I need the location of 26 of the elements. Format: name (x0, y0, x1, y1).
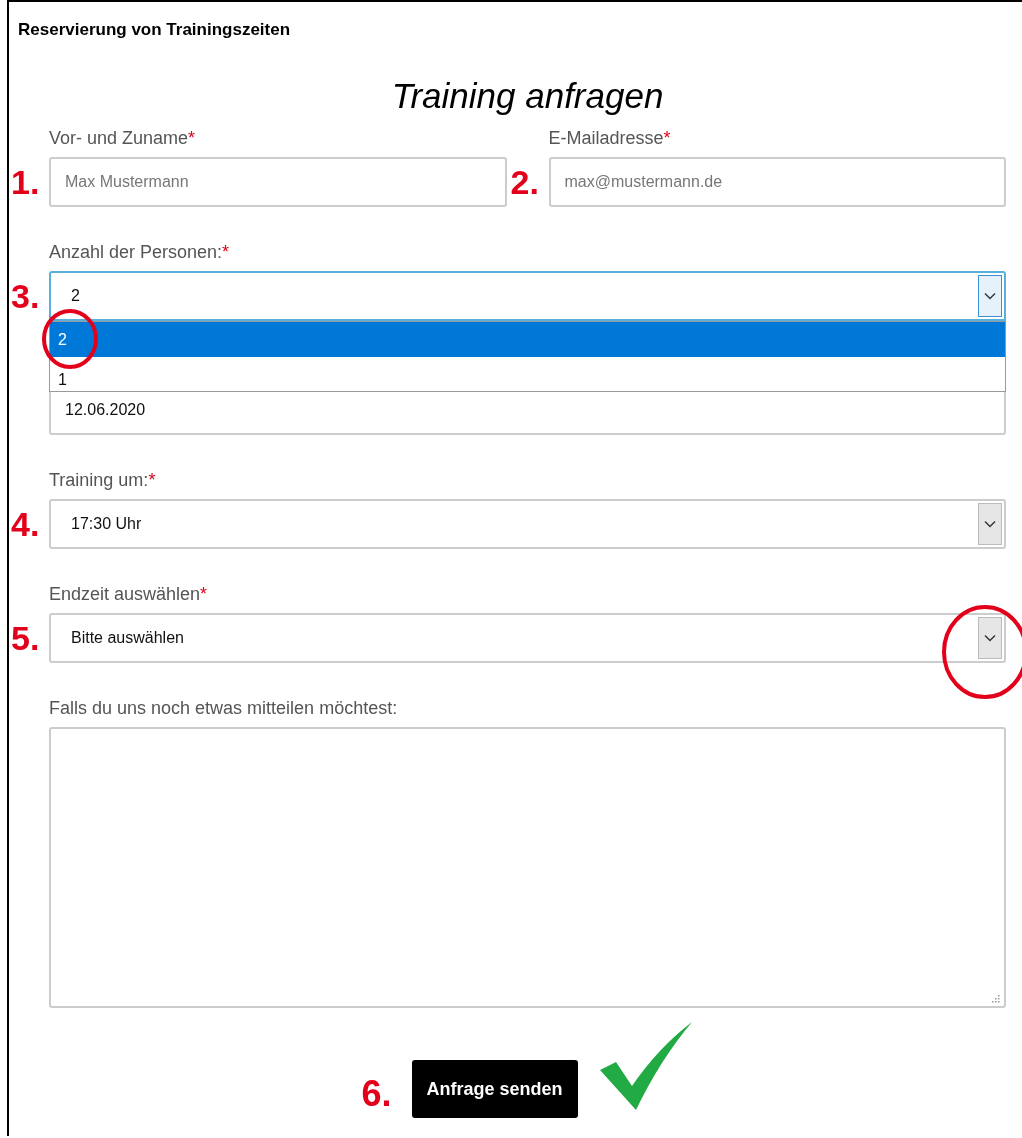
annotation-number: 5. (11, 621, 40, 655)
annotation-number: 6. (361, 1076, 392, 1112)
form-heading: Training anfragen (391, 76, 664, 116)
annotation-number: 4. (11, 507, 40, 541)
select-field[interactable]: 2 (49, 271, 1006, 321)
field-label: Endzeit auswählen* (49, 584, 208, 606)
message-field[interactable] (49, 727, 1006, 1008)
text-field[interactable]: Max Mustermann (49, 157, 507, 207)
annotation-number: 2. (510, 165, 539, 199)
dropdown-option[interactable]: 2 (50, 322, 1005, 357)
select-field[interactable]: Bitte auswählen (49, 613, 1006, 663)
field-label: E-Mailadresse* (548, 128, 671, 150)
chevron-down-icon (978, 617, 1002, 659)
field-label: Anzahl der Personen:* (49, 242, 230, 264)
annotation-number: 1. (11, 165, 40, 199)
annotation-number: 3. (11, 279, 40, 313)
page-title: Reservierung von Trainingszeiten (18, 19, 291, 41)
select-field[interactable]: 17:30 Uhr (49, 499, 1006, 549)
chevron-down-icon (978, 275, 1002, 317)
resize-grip-icon[interactable] (991, 994, 1000, 1003)
field-label: Falls du uns noch etwas mitteilen möchtest: (49, 698, 398, 720)
chevron-down-icon (978, 503, 1002, 545)
submit-button[interactable]: Anfrage senden (411, 1060, 578, 1118)
field-label: Training um:* (49, 470, 156, 492)
text-field[interactable]: max@mustermann.de (548, 157, 1006, 207)
field-label: Vor- und Zuname* (49, 128, 196, 150)
